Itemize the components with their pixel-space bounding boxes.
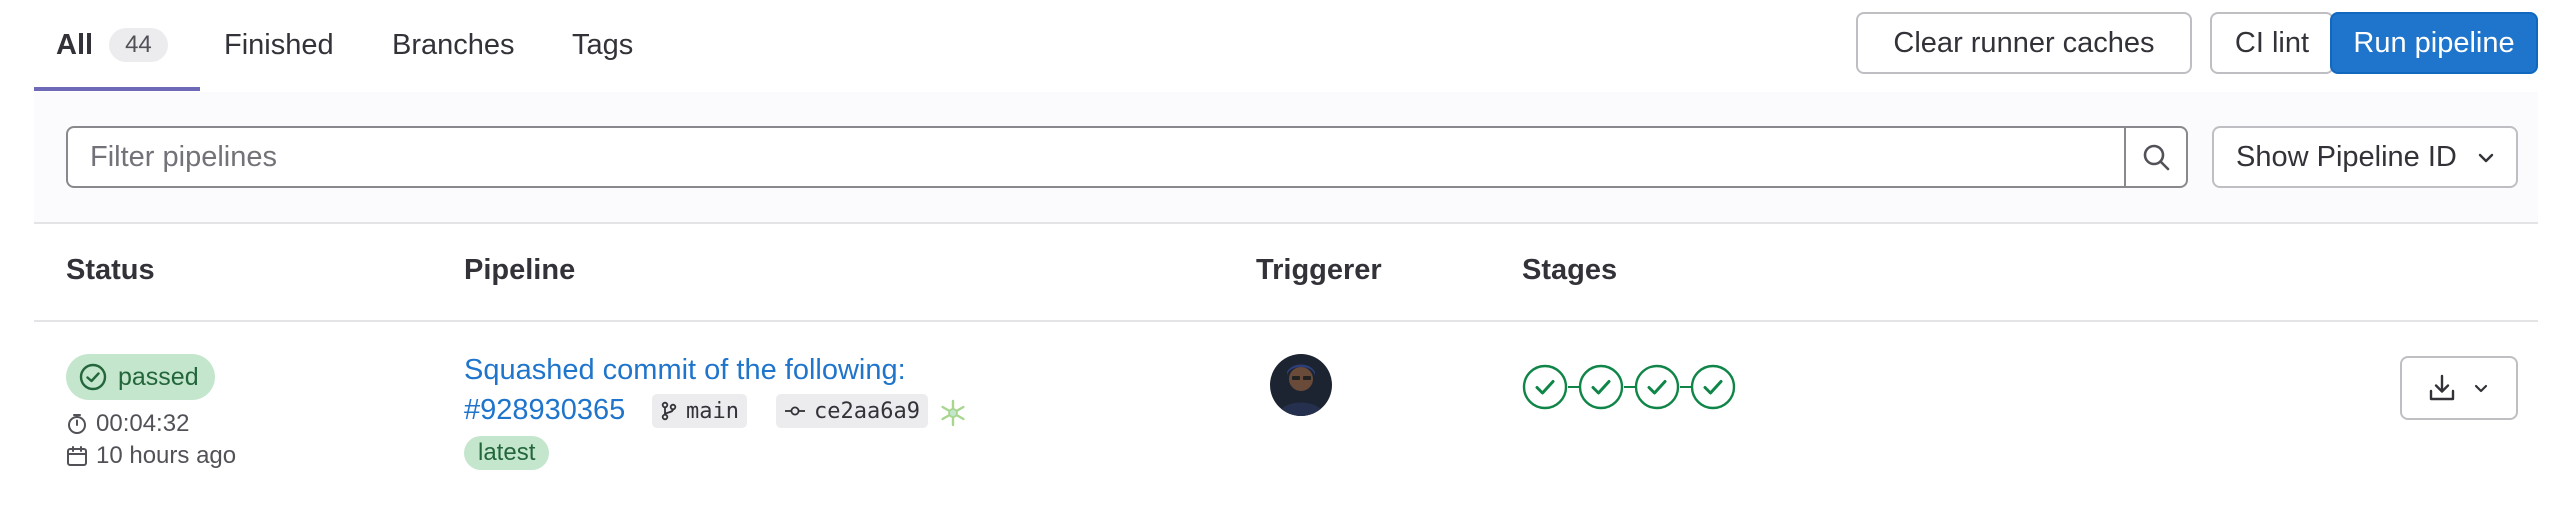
tab-all-label: All <box>56 28 94 61</box>
avatar[interactable] <box>1270 354 1332 416</box>
stage-3-passed-icon[interactable] <box>1634 364 1680 410</box>
header-stages: Stages <box>1522 253 1618 286</box>
tab-tags[interactable]: Tags <box>572 0 633 90</box>
ref-name: main <box>686 398 739 424</box>
download-artifacts-button[interactable] <box>2400 356 2518 420</box>
chevron-down-icon <box>2474 384 2488 393</box>
header-pipeline: Pipeline <box>464 253 576 286</box>
tab-finished-label: Finished <box>224 28 334 61</box>
filter-bar: Filter pipelines Show Pipeline ID <box>34 92 2538 224</box>
table-row: passed 00:04:32 10 hours ago Squashed co… <box>34 320 2538 508</box>
branch-icon <box>661 401 677 421</box>
sha-text: ce2aa6a9 <box>814 398 920 424</box>
filter-pipelines-input[interactable]: Filter pipelines <box>66 126 2126 188</box>
pipeline-id-link[interactable]: #928930365 <box>464 394 625 427</box>
tab-finished[interactable]: Finished <box>224 0 334 90</box>
timer-icon <box>68 414 86 434</box>
check-circle-icon <box>79 363 107 391</box>
run-pipeline-button[interactable]: Run pipeline <box>2330 12 2538 74</box>
clear-runner-caches-button[interactable]: Clear runner caches <box>1856 12 2192 74</box>
finished-text: 10 hours ago <box>96 442 237 469</box>
duration: 00:04:32 <box>66 410 189 438</box>
tab-tags-label: Tags <box>572 28 634 61</box>
stage-4-passed-icon[interactable] <box>1690 364 1736 410</box>
tab-all-count-badge: 44 <box>109 28 168 62</box>
dropdown-selected-value: Show Pipeline ID <box>2236 140 2457 173</box>
status-badge[interactable]: passed <box>66 354 215 400</box>
tab-all[interactable]: All 44 <box>56 0 168 90</box>
tab-branches-label: Branches <box>392 28 515 61</box>
search-icon <box>2143 144 2170 171</box>
table-header: Status Pipeline Triggerer Stages <box>34 222 2538 322</box>
download-icon <box>2429 374 2455 401</box>
chevron-down-icon <box>2478 153 2494 163</box>
search-button[interactable] <box>2124 126 2188 188</box>
header-triggerer: Triggerer <box>1256 253 1382 286</box>
ref-chip[interactable]: main <box>652 394 747 428</box>
snowflake-icon <box>941 399 965 427</box>
ci-lint-button[interactable]: CI lint <box>2210 12 2334 74</box>
calendar-icon <box>67 446 87 466</box>
status-text: passed <box>118 362 199 391</box>
commit-icon <box>785 406 805 416</box>
stage-2-passed-icon[interactable] <box>1578 364 1624 410</box>
header-status: Status <box>66 253 155 286</box>
pipeline-tabs: All 44 Finished Branches Tags Clear runn… <box>34 0 2538 94</box>
sha-chip[interactable]: ce2aa6a9 <box>776 394 928 428</box>
finished-at: 10 hours ago <box>66 442 236 470</box>
commit-title-link[interactable]: Squashed commit of the following: <box>464 354 906 387</box>
user-avatar-image <box>1270 354 1332 416</box>
active-tab-underline <box>34 87 200 91</box>
duration-text: 00:04:32 <box>96 410 190 437</box>
tab-branches[interactable]: Branches <box>392 0 515 90</box>
filter-placeholder: Filter pipelines <box>90 140 277 173</box>
stage-1-passed-icon[interactable] <box>1522 364 1568 410</box>
pipelines-page: All 44 Finished Branches Tags Clear runn… <box>34 0 2538 508</box>
latest-badge: latest <box>464 436 550 470</box>
show-pipeline-id-dropdown[interactable]: Show Pipeline ID <box>2212 126 2518 188</box>
